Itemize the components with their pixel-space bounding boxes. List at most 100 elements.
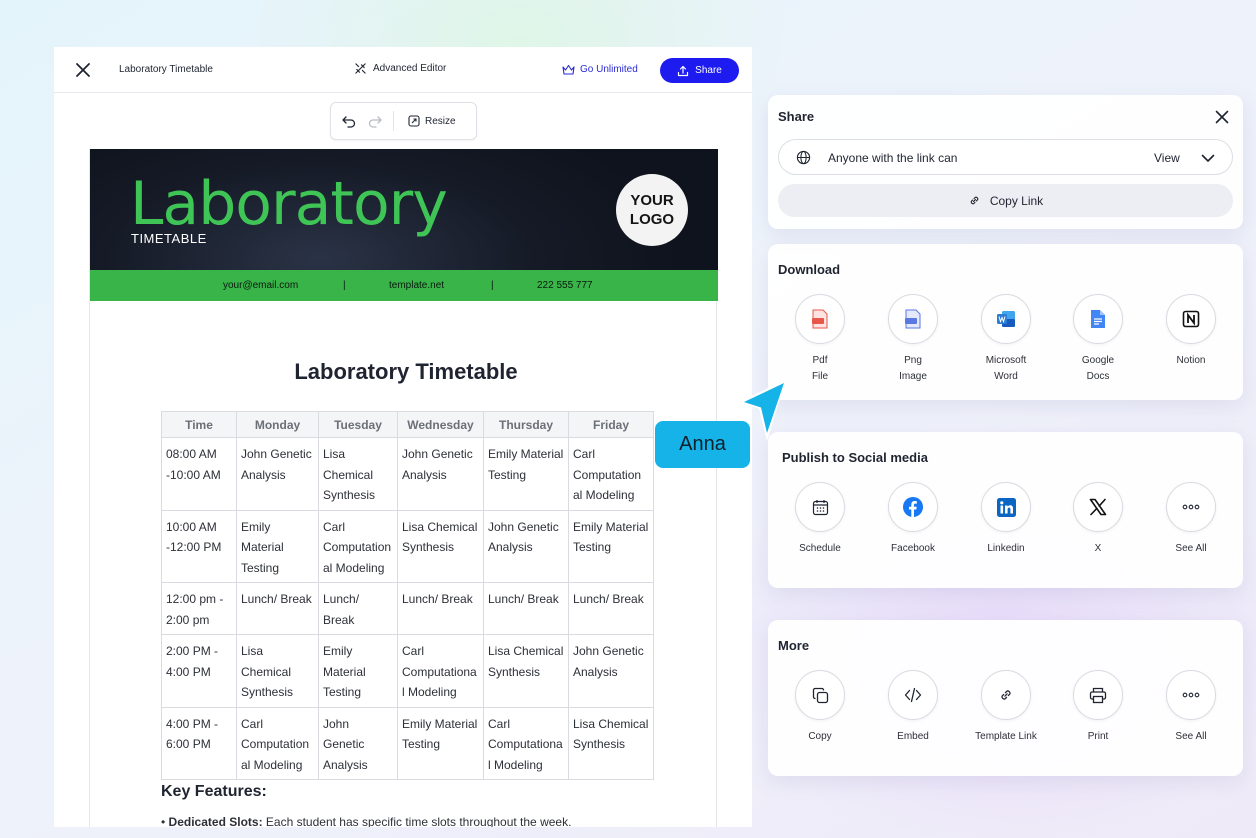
link-permission-value[interactable]: View (1154, 151, 1180, 165)
facebook-button[interactable]: Facebook (873, 482, 953, 557)
table-cell: 2:00 PM - 4:00 PM (161, 634, 237, 708)
table-cell: Lunch/ Break (483, 582, 569, 635)
table-row: 08:00 AM -10:00 AM John Genetic Analysis… (161, 437, 654, 511)
option-label: Template Link (975, 731, 1037, 742)
table-cell: 08:00 AM -10:00 AM (161, 437, 237, 511)
table-cell: Lunch/ Break (397, 582, 484, 635)
share-panel: Share Anyone with the link can View Copy… (768, 95, 1243, 229)
option-label: Pdf (812, 355, 828, 366)
linkedin-button[interactable]: Linkedin (966, 482, 1046, 557)
document-page[interactable]: Laboratory TIMETABLE YOUR LOGO your@emai… (89, 149, 718, 827)
redo-icon[interactable] (367, 113, 383, 129)
download-word-button[interactable]: Microsoft Word (966, 294, 1046, 385)
document-title: Laboratory Timetable (119, 64, 213, 75)
table-cell: John Genetic Analysis (236, 437, 319, 511)
table-cell: Lisa Chemical Synthesis (397, 509, 484, 583)
banner-subtitle: TIMETABLE (131, 231, 207, 246)
link-access-select[interactable]: Anyone with the link can View (778, 139, 1233, 175)
contact-website: template.net (389, 280, 445, 291)
share-button-label: Share (695, 65, 722, 76)
editor-window: Laboratory Timetable Advanced Editor Go … (54, 47, 752, 827)
table-cell: 10:00 AM -12:00 PM (161, 509, 237, 583)
close-icon[interactable] (74, 61, 92, 79)
magic-tools-icon (355, 63, 366, 74)
undo-icon[interactable] (341, 113, 357, 129)
option-label: File (811, 371, 829, 382)
option-label: Word (994, 371, 1018, 382)
table-header: Wednesday (397, 411, 484, 438)
table-header: Monday (236, 411, 319, 438)
copy-button[interactable]: Copy (780, 670, 860, 745)
share-button[interactable]: Share (660, 58, 739, 83)
table-cell: John Genetic Analysis (483, 509, 569, 583)
table-cell: John Genetic Analysis (318, 706, 398, 780)
table-cell: Lisa Chemical Synthesis (318, 437, 398, 511)
table-cell: Carl Computation al Modeling (318, 509, 398, 583)
download-panel-title: Download (778, 262, 841, 277)
see-all-social-button[interactable]: See All (1151, 482, 1231, 557)
png-image-icon (888, 294, 938, 344)
see-all-more-button[interactable]: See All (1151, 670, 1231, 745)
feature-bullet-text: Each student has specific time slots thr… (262, 815, 572, 827)
edit-toolbar: Resize (330, 102, 477, 140)
document-heading: Laboratory Timetable (294, 359, 518, 384)
social-panel: Publish to Social media Schedule Faceboo… (768, 432, 1243, 588)
x-button[interactable]: X (1058, 482, 1138, 557)
table-cell: Emily Material Testing (318, 634, 398, 708)
banner-title: Laboratory (130, 169, 448, 239)
crown-icon (562, 64, 575, 75)
table-cell: Lisa Chemical Synthesis (568, 706, 654, 780)
chevron-down-icon[interactable] (1201, 152, 1215, 164)
option-label: Image (899, 371, 927, 382)
pdf-file-icon (795, 294, 845, 344)
logo-line-2: LOGO (629, 211, 675, 228)
collaborator-name-tag: Anna (655, 421, 750, 468)
download-google-docs-button[interactable]: Google Docs (1058, 294, 1138, 385)
code-icon (888, 670, 938, 720)
schedule-button[interactable]: Schedule (780, 482, 860, 557)
resize-label: Resize (425, 115, 456, 127)
table-cell: 12:00 pm - 2:00 pm (161, 582, 237, 635)
toolbar-divider (393, 111, 394, 131)
feature-bullet: • Dedicated Slots: Each student has spec… (161, 815, 572, 827)
advanced-editor-button[interactable]: Advanced Editor (354, 62, 446, 75)
template-link-button[interactable]: Template Link (966, 670, 1046, 745)
option-label: See All (1175, 731, 1207, 742)
table-row: 10:00 AM -12:00 PM Emily Material Testin… (161, 509, 654, 583)
table-header-row: Time Monday Tuesday Wednesday Thursday F… (161, 411, 654, 438)
resize-button[interactable]: Resize (408, 115, 456, 127)
copy-link-button[interactable]: Copy Link (778, 184, 1233, 217)
logo-placeholder: YOUR LOGO (616, 174, 688, 246)
print-button[interactable]: Print (1058, 670, 1138, 745)
go-unlimited-label: Go Unlimited (580, 64, 638, 75)
option-label: Png (904, 355, 922, 366)
table-header: Friday (568, 411, 654, 438)
more-panel: More Copy Embed Template Link Print See … (768, 620, 1243, 776)
table-cell: John Genetic Analysis (397, 437, 484, 511)
table-row: 4:00 PM - 6:00 PM Carl Computation al Mo… (161, 706, 654, 780)
download-panel: Download Pdf File Png Image Microsoft Wo… (768, 244, 1243, 400)
x-logo-icon (1073, 482, 1123, 532)
embed-button[interactable]: Embed (873, 670, 953, 745)
facebook-icon (888, 482, 938, 532)
notion-icon (1166, 294, 1216, 344)
download-pdf-button[interactable]: Pdf File (780, 294, 860, 385)
editor-topbar: Laboratory Timetable Advanced Editor Go … (54, 47, 752, 93)
option-label: Facebook (891, 543, 935, 554)
link-icon (970, 196, 979, 205)
share-panel-title: Share (778, 109, 815, 124)
upload-icon (678, 65, 689, 76)
printer-icon (1073, 670, 1123, 720)
calendar-icon (795, 482, 845, 532)
go-unlimited-button[interactable]: Go Unlimited (562, 64, 638, 75)
linkedin-icon (981, 482, 1031, 532)
link-icon (981, 670, 1031, 720)
globe-icon (796, 150, 811, 165)
option-label: Print (1087, 731, 1109, 742)
microsoft-word-icon (981, 294, 1031, 344)
close-icon[interactable] (1214, 109, 1230, 125)
download-notion-button[interactable]: Notion (1151, 294, 1231, 369)
download-png-button[interactable]: Png Image (873, 294, 953, 385)
option-label: X (1094, 543, 1102, 554)
social-panel-title: Publish to Social media (782, 450, 928, 465)
